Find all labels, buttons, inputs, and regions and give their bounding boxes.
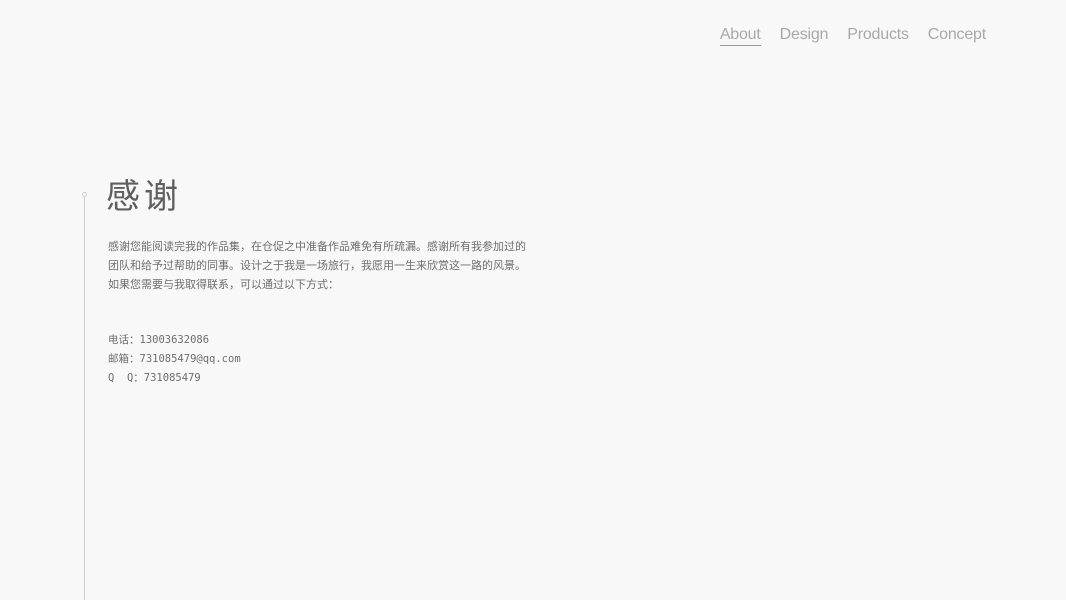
intro-line: 如果您需要与我取得联系，可以通过以下方式：	[108, 278, 339, 291]
intro-text: 感谢您能阅读完我的作品集，在仓促之中准备作品难免有所疏漏。感谢所有我参加过的 团…	[108, 237, 548, 294]
nav-design-link[interactable]: Design	[780, 26, 829, 46]
nav-products-link[interactable]: Products	[847, 26, 909, 46]
intro-line: 团队和给予过帮助的同事。设计之于我是一场旅行，我愿用一生来欣赏这一路的风景。	[108, 259, 526, 272]
timeline-rule	[84, 194, 85, 600]
intro-line: 感谢您能阅读完我的作品集，在仓促之中准备作品难免有所疏漏。感谢所有我参加过的	[108, 240, 526, 253]
page-title: 感谢	[106, 177, 182, 217]
nav-about-link[interactable]: About	[719, 26, 761, 46]
top-nav: About Design Products Concept	[719, 26, 986, 46]
contact-qq: Q Q：731085479	[108, 372, 201, 384]
contact-email: 邮箱：731085479@qq.com	[108, 353, 241, 365]
contact-phone: 电话：13003632086	[108, 334, 210, 346]
timeline-dot	[82, 192, 87, 197]
nav-concept-link[interactable]: Concept	[928, 26, 986, 46]
contact-info: 电话：13003632086 邮箱：731085479@qq.com Q Q：7…	[108, 331, 241, 388]
